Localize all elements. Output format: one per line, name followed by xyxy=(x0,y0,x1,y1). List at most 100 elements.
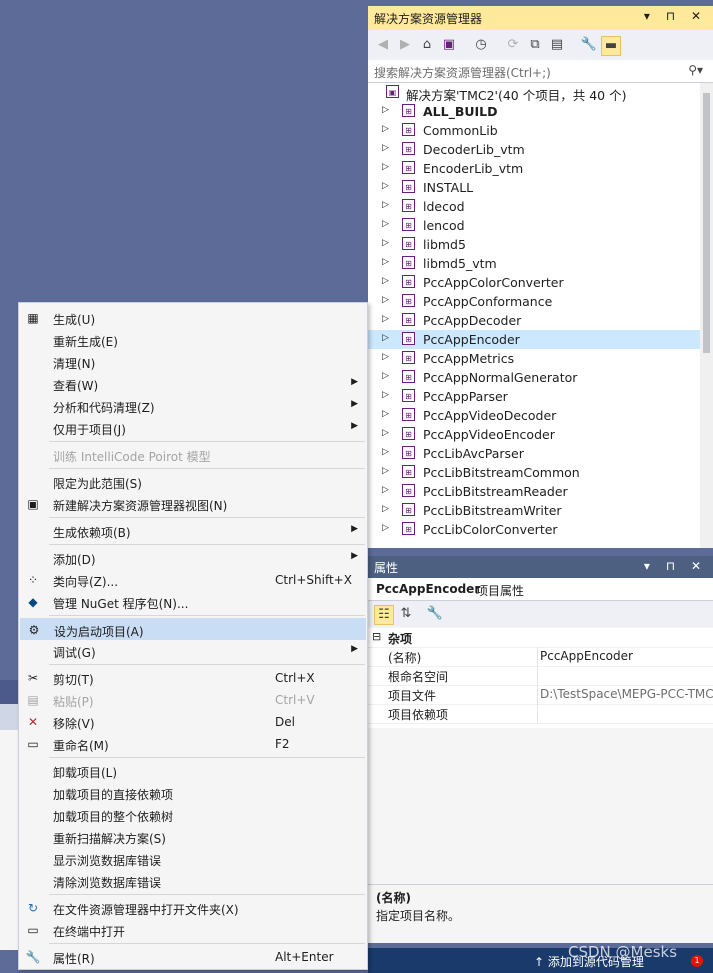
menu-item[interactable]: 重新生成(E) xyxy=(20,329,366,351)
expand-arrow-icon[interactable]: ▷ xyxy=(382,485,389,495)
expand-arrow-icon[interactable]: ▷ xyxy=(382,200,389,210)
expand-arrow-icon[interactable]: ▷ xyxy=(382,409,389,419)
column-divider[interactable] xyxy=(537,666,538,685)
project-node[interactable]: ▷ ⊞ PccAppNormalGenerator xyxy=(368,368,700,387)
solution-node[interactable]: ▣ 解决方案'TMC2'(40 个项目，共 40 个) xyxy=(368,83,700,103)
expand-arrow-icon[interactable]: ▷ xyxy=(382,523,389,533)
expand-arrow-icon[interactable]: ▷ xyxy=(382,276,389,286)
expand-arrow-icon[interactable]: ▷ xyxy=(382,181,389,191)
menu-item[interactable]: ↻ 在文件资源管理器中打开文件夹(X) xyxy=(20,897,366,919)
menu-item[interactable]: 清理(N) xyxy=(20,351,366,373)
notification-badge[interactable]: 1 xyxy=(691,955,703,967)
project-node[interactable]: ▷ ⊞ PccAppParser xyxy=(368,387,700,406)
menu-item[interactable]: 调试(G) ▶ xyxy=(20,640,366,662)
back-icon[interactable]: ◀ xyxy=(374,36,392,54)
project-node[interactable]: ▷ ⊞ PccAppConformance xyxy=(368,292,700,311)
expand-arrow-icon[interactable]: ▷ xyxy=(382,314,389,324)
expand-arrow-icon[interactable]: ▷ xyxy=(382,333,389,343)
menu-item[interactable]: 卸载项目(L) xyxy=(20,760,366,782)
project-node[interactable]: ▷ ⊞ libmd5_vtm xyxy=(368,254,700,273)
solution-explorer-title-bar[interactable]: 解决方案资源管理器 ▾ ⊓ ✕ xyxy=(368,6,713,30)
project-node[interactable]: ▷ ⊞ PccAppVideoDecoder xyxy=(368,406,700,425)
menu-item[interactable]: ✂ 剪切(T) Ctrl+X xyxy=(20,667,366,689)
property-pages-icon[interactable]: 🔧 xyxy=(426,605,444,623)
project-node[interactable]: ▷ ⊞ DecoderLib_vtm xyxy=(368,140,700,159)
project-node[interactable]: ▷ ⊞ EncoderLib_vtm xyxy=(368,159,700,178)
property-row[interactable]: (名称) PccAppEncoder xyxy=(368,647,713,667)
property-row[interactable]: 项目依赖项 xyxy=(368,704,713,724)
project-node[interactable]: ▷ ⊞ PccLibBitstreamWriter xyxy=(368,501,700,520)
category-row[interactable]: ⊟ 杂项 xyxy=(368,628,713,648)
window-controls-icon[interactable]: ▾ ⊓ ✕ xyxy=(644,559,707,573)
project-node[interactable]: ▷ ⊞ PccLibColorConverter xyxy=(368,520,700,539)
project-node[interactable]: ▷ ⊞ libmd5 xyxy=(368,235,700,254)
column-divider[interactable] xyxy=(537,685,538,704)
expand-arrow-icon[interactable]: ▷ xyxy=(382,257,389,267)
object-selector[interactable]: PccAppEncoder 项目属性 xyxy=(368,578,713,601)
menu-item[interactable]: 清除浏览数据库错误 xyxy=(20,870,366,892)
menu-item[interactable]: 加载项目的整个依赖树 xyxy=(20,804,366,826)
menu-item[interactable]: ▦ 生成(U) xyxy=(20,307,366,329)
properties-title-bar[interactable]: 属性 ▾ ⊓ ✕ xyxy=(368,556,713,578)
project-node[interactable]: ▷ ⊞ CommonLib xyxy=(368,121,700,140)
project-node[interactable]: ▷ ⊞ PccAppColorConverter xyxy=(368,273,700,292)
collapse-icon[interactable]: ⊟ xyxy=(372,630,381,643)
project-node[interactable]: ▷ ⊞ ALL_BUILD xyxy=(368,102,700,121)
project-node[interactable]: ▷ ⊞ PccLibAvcParser xyxy=(368,444,700,463)
show-all-files-icon[interactable]: ▤ xyxy=(548,36,566,54)
forward-icon[interactable]: ▶ xyxy=(396,36,414,54)
pending-changes-icon[interactable]: ◷ xyxy=(472,36,490,54)
menu-item[interactable]: 查看(W) ▶ xyxy=(20,373,366,395)
solution-tree-scrollbar[interactable] xyxy=(700,83,713,548)
project-node[interactable]: ▷ ⊞ INSTALL xyxy=(368,178,700,197)
menu-item[interactable]: 加载项目的直接依赖项 xyxy=(20,782,366,804)
project-node[interactable]: ▷ ⊞ PccAppDecoder xyxy=(368,311,700,330)
expand-arrow-icon[interactable]: ▷ xyxy=(382,466,389,476)
preview-icon[interactable]: ▬ xyxy=(601,36,621,56)
property-value[interactable]: PccAppEncoder xyxy=(540,649,633,663)
collapse-all-icon[interactable]: ⧉ xyxy=(526,36,544,54)
search-icon[interactable]: ⚲▾ xyxy=(688,63,703,77)
menu-item[interactable]: 生成依赖项(B) ▶ xyxy=(20,520,366,542)
menu-item[interactable]: 仅用于项目(J) ▶ xyxy=(20,417,366,439)
property-value[interactable]: D:\TestSpace\MEPG-PCC-TMC xyxy=(540,687,713,701)
menu-item[interactable]: ⚙ 设为启动项目(A) xyxy=(20,618,366,640)
menu-item[interactable]: 限定为此范围(S) xyxy=(20,471,366,493)
column-divider[interactable] xyxy=(537,647,538,666)
menu-item[interactable]: 添加(D) ▶ xyxy=(20,547,366,569)
switch-views-icon[interactable]: ▣ xyxy=(440,36,458,54)
expand-arrow-icon[interactable]: ▷ xyxy=(382,219,389,229)
project-node[interactable]: ▷ ⊞ PccAppVideoEncoder xyxy=(368,425,700,444)
project-node[interactable]: ▷ ⊞ PccAppEncoder xyxy=(368,330,700,349)
menu-item[interactable]: 🔧 属性(R) Alt+Enter xyxy=(20,946,366,968)
expand-arrow-icon[interactable]: ▷ xyxy=(382,352,389,362)
property-row[interactable]: 项目文件 D:\TestSpace\MEPG-PCC-TMC xyxy=(368,685,713,705)
expand-arrow-icon[interactable]: ▷ xyxy=(382,371,389,381)
expand-arrow-icon[interactable]: ▷ xyxy=(382,105,389,115)
menu-item[interactable]: ▭ 在终端中打开 xyxy=(20,919,366,941)
menu-item[interactable]: ⁘ 类向导(Z)... Ctrl+Shift+X xyxy=(20,569,366,591)
categorized-icon[interactable]: ☷ xyxy=(374,605,394,625)
home-icon[interactable]: ⌂ xyxy=(418,36,436,54)
menu-item[interactable]: ▭ 重命名(M) F2 xyxy=(20,733,366,755)
menu-item[interactable]: 分析和代码清理(Z) ▶ xyxy=(20,395,366,417)
expand-arrow-icon[interactable]: ▷ xyxy=(382,124,389,134)
expand-arrow-icon[interactable]: ▷ xyxy=(382,447,389,457)
scrollbar-thumb[interactable] xyxy=(703,93,710,353)
property-row[interactable]: 根命名空间 xyxy=(368,666,713,686)
solution-explorer-search[interactable]: 搜索解决方案资源管理器(Ctrl+;) ⚲▾ xyxy=(368,60,713,83)
project-node[interactable]: ▷ ⊞ PccAppMetrics xyxy=(368,349,700,368)
alphabetical-icon[interactable]: ⇅ xyxy=(397,605,415,623)
expand-arrow-icon[interactable]: ▷ xyxy=(382,295,389,305)
menu-item[interactable]: 重新扫描解决方案(S) xyxy=(20,826,366,848)
expand-arrow-icon[interactable]: ▷ xyxy=(382,143,389,153)
menu-item[interactable]: ✕ 移除(V) Del xyxy=(20,711,366,733)
menu-item[interactable]: ◆ 管理 NuGet 程序包(N)... xyxy=(20,591,366,613)
sync-icon[interactable]: ⟳ xyxy=(504,36,522,54)
column-divider[interactable] xyxy=(537,704,538,723)
project-node[interactable]: ▷ ⊞ ldecod xyxy=(368,197,700,216)
expand-arrow-icon[interactable]: ▷ xyxy=(382,428,389,438)
menu-item[interactable]: 显示浏览数据库错误 xyxy=(20,848,366,870)
expand-arrow-icon[interactable]: ▷ xyxy=(382,504,389,514)
expand-arrow-icon[interactable]: ▷ xyxy=(382,162,389,172)
